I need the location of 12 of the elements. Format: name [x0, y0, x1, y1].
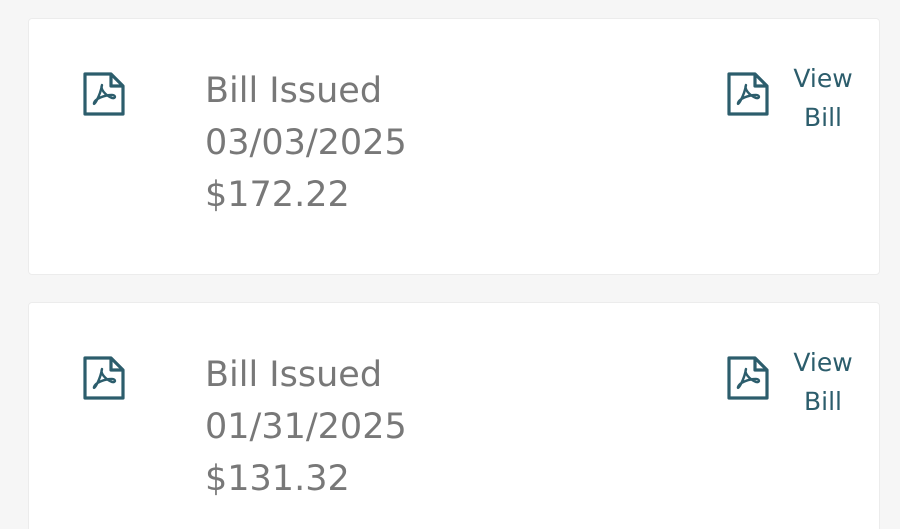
pdf-file-icon: [725, 71, 771, 117]
bill-title: Bill Issued: [205, 70, 384, 113]
bill-amount: $172.22: [205, 174, 351, 217]
view-bill-link[interactable]: View Bill: [725, 57, 861, 221]
view-bill-link[interactable]: View Bill: [725, 341, 861, 505]
pdf-file-icon: [81, 355, 127, 401]
bill-title: Bill Issued: [205, 354, 384, 397]
bill-date: 01/31/2025: [205, 406, 408, 449]
bill-date: 03/03/2025: [205, 122, 408, 165]
pdf-file-icon: [725, 355, 771, 401]
pdf-file-icon: [81, 71, 127, 117]
bill-amount: $131.32: [205, 458, 351, 501]
